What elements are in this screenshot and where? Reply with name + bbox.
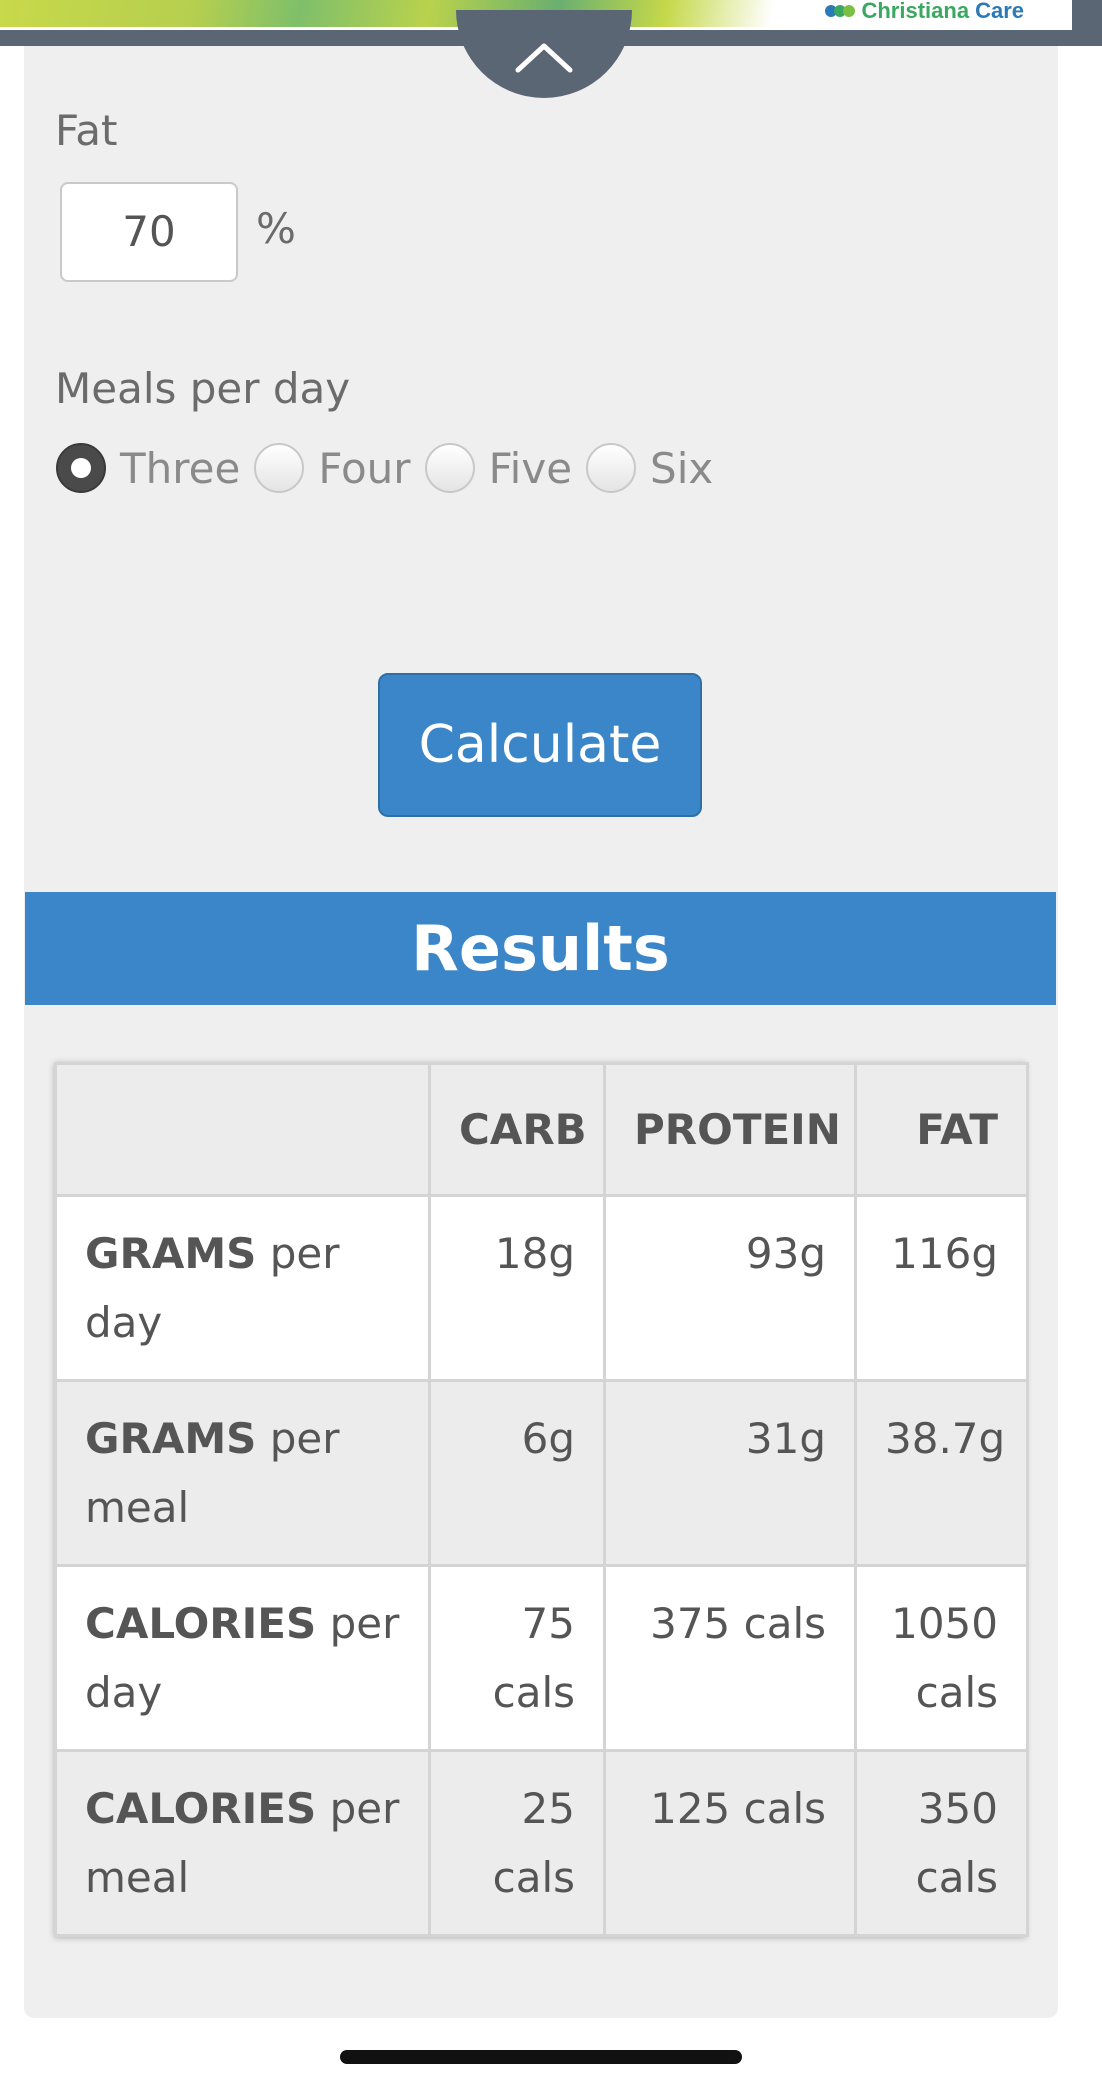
chevron-up-icon bbox=[515, 43, 573, 73]
meal-option-six[interactable]: Six bbox=[586, 443, 713, 493]
protein-cell: 93g bbox=[603, 1194, 857, 1382]
home-indicator[interactable] bbox=[340, 2050, 742, 2064]
table-row: CALORIES per day 75 cals 375 cals 1050 c… bbox=[54, 1564, 1029, 1752]
meals-radio-group: Three Four Five Six bbox=[56, 438, 727, 498]
protein-cell: 375 cals bbox=[603, 1564, 857, 1752]
calculate-button[interactable]: Calculate bbox=[378, 673, 702, 817]
table-header-protein: PROTEIN bbox=[603, 1062, 857, 1197]
protein-cell: 125 cals bbox=[603, 1749, 857, 1937]
carb-cell: 18g bbox=[428, 1194, 606, 1382]
christianacare-logo: Christiana Care bbox=[825, 0, 1024, 23]
row-label: GRAMS per meal bbox=[54, 1379, 431, 1567]
row-label: CALORIES per meal bbox=[54, 1749, 431, 1937]
table-header-fat: FAT bbox=[854, 1062, 1029, 1197]
radio-three[interactable] bbox=[56, 443, 106, 493]
table-header-carb: CARB bbox=[428, 1062, 606, 1197]
page: Christiana Care Fat 70 % Meals per day Th… bbox=[0, 0, 1102, 2092]
fat-cell: 1050 cals bbox=[854, 1564, 1029, 1752]
row-label: CALORIES per day bbox=[54, 1564, 431, 1752]
results-table: CARB PROTEIN FAT GRAMS per day 18g 93g 1… bbox=[54, 1062, 1029, 1937]
meal-option-label: Three bbox=[120, 443, 241, 493]
meal-option-label: Six bbox=[650, 443, 714, 493]
fat-cell: 38.7g bbox=[854, 1379, 1029, 1567]
meal-option-label: Four bbox=[318, 443, 411, 493]
fat-cell: 116g bbox=[854, 1194, 1029, 1382]
radio-four[interactable] bbox=[254, 443, 305, 493]
meal-option-label: Five bbox=[488, 443, 573, 493]
fat-percent-input[interactable]: 70 bbox=[60, 182, 238, 282]
results-header: Results bbox=[25, 892, 1056, 1005]
table-row: GRAMS per day 18g 93g 116g bbox=[54, 1194, 1029, 1382]
carb-cell: 75 cals bbox=[428, 1564, 606, 1752]
fat-percent-unit: % bbox=[256, 204, 296, 253]
carb-cell: 6g bbox=[428, 1379, 606, 1567]
meal-option-three[interactable]: Three bbox=[56, 443, 240, 493]
radio-six[interactable] bbox=[586, 443, 637, 493]
table-header-row: CARB PROTEIN FAT bbox=[54, 1062, 1029, 1197]
fat-cell: 350 cals bbox=[854, 1749, 1029, 1937]
fat-label: Fat bbox=[55, 106, 118, 155]
radio-five[interactable] bbox=[424, 443, 475, 493]
table-row: CALORIES per meal 25 cals 125 cals 350 c… bbox=[54, 1749, 1029, 1937]
meal-option-five[interactable]: Five bbox=[424, 443, 573, 493]
logo-text-care: Care bbox=[975, 0, 1024, 23]
protein-cell: 31g bbox=[603, 1379, 857, 1567]
carb-cell: 25 cals bbox=[428, 1749, 606, 1937]
row-label: GRAMS per day bbox=[54, 1194, 431, 1382]
logo-text-christiana: Christiana bbox=[861, 0, 970, 23]
meal-option-four[interactable]: Four bbox=[254, 443, 411, 493]
table-row: GRAMS per meal 6g 31g 38.7g bbox=[54, 1379, 1029, 1567]
logo-mark-icon bbox=[825, 3, 856, 19]
table-header-empty bbox=[54, 1062, 431, 1197]
meals-per-day-label: Meals per day bbox=[55, 364, 351, 413]
